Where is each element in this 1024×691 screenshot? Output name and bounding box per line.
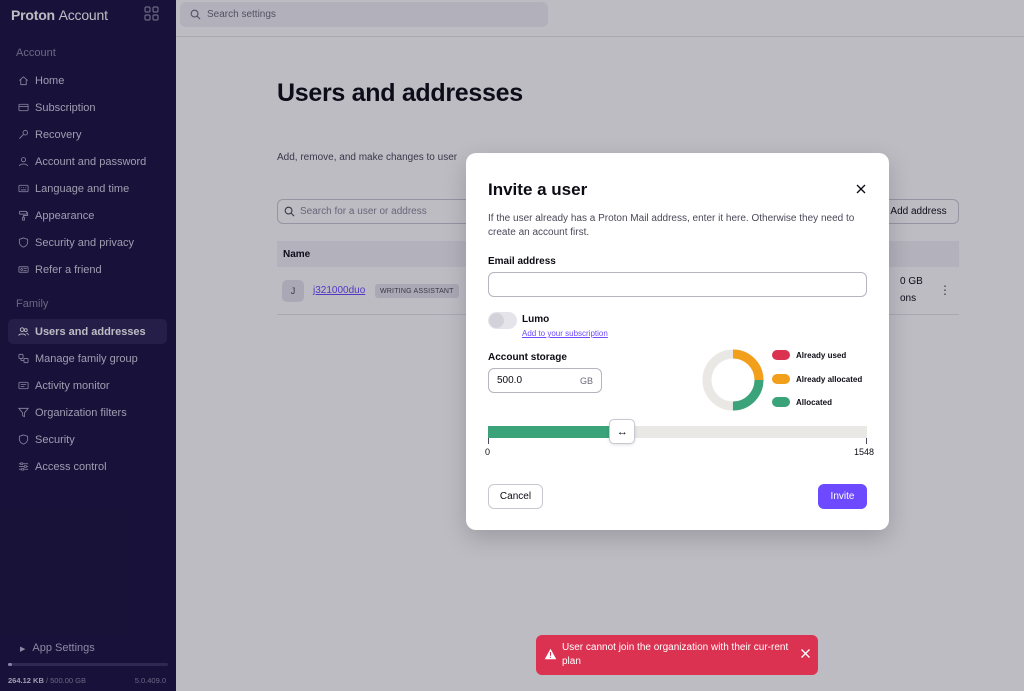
error-toast: User cannot join the organization with t… [536, 635, 818, 675]
legend-label: Already used [796, 350, 847, 360]
close-icon[interactable] [800, 648, 811, 659]
email-address-label: Email address [488, 256, 556, 267]
legend-swatch-green [772, 397, 790, 407]
slider-min-label: 0 [485, 447, 491, 457]
legend-allocated: Allocated [772, 397, 832, 407]
modal-title: Invite a user [488, 180, 588, 199]
legend-label: Already allocated [796, 374, 863, 384]
legend-already-allocated: Already allocated [772, 374, 862, 384]
storage-donut-chart [702, 349, 764, 411]
account-storage-input[interactable]: 500.0 GB [488, 368, 602, 393]
cancel-button[interactable]: Cancel [488, 484, 543, 509]
storage-slider-fill [488, 426, 611, 438]
storage-slider-track[interactable] [488, 426, 867, 438]
invite-user-modal: Invite a user If the user already has a … [466, 153, 889, 530]
account-storage-value: 500.0 [497, 375, 523, 386]
slider-min-tick [488, 438, 489, 444]
storage-slider-handle[interactable]: ↔ [609, 419, 636, 444]
lumo-label: Lumo [522, 314, 550, 325]
slider-max-tick [866, 438, 867, 444]
warning-icon [544, 648, 557, 660]
legend-label: Allocated [796, 397, 833, 407]
account-storage-label: Account storage [488, 352, 567, 363]
account-storage-unit: GB [579, 375, 593, 386]
lumo-toggle[interactable] [488, 312, 517, 329]
email-address-field[interactable] [488, 272, 867, 297]
legend-already-used: Already used [772, 350, 846, 360]
add-to-subscription-link[interactable]: Add to your subscription [522, 329, 608, 338]
modal-description: If the user already has a Proton Mail ad… [488, 213, 855, 238]
invite-button[interactable]: Invite [818, 484, 867, 509]
legend-swatch-orange [772, 374, 790, 384]
toast-message: User cannot join the organization with t… [562, 642, 789, 667]
toggle-knob [489, 313, 504, 328]
close-icon[interactable] [854, 182, 868, 196]
slider-max-label: 1548 [854, 447, 875, 457]
legend-swatch-red [772, 350, 790, 360]
